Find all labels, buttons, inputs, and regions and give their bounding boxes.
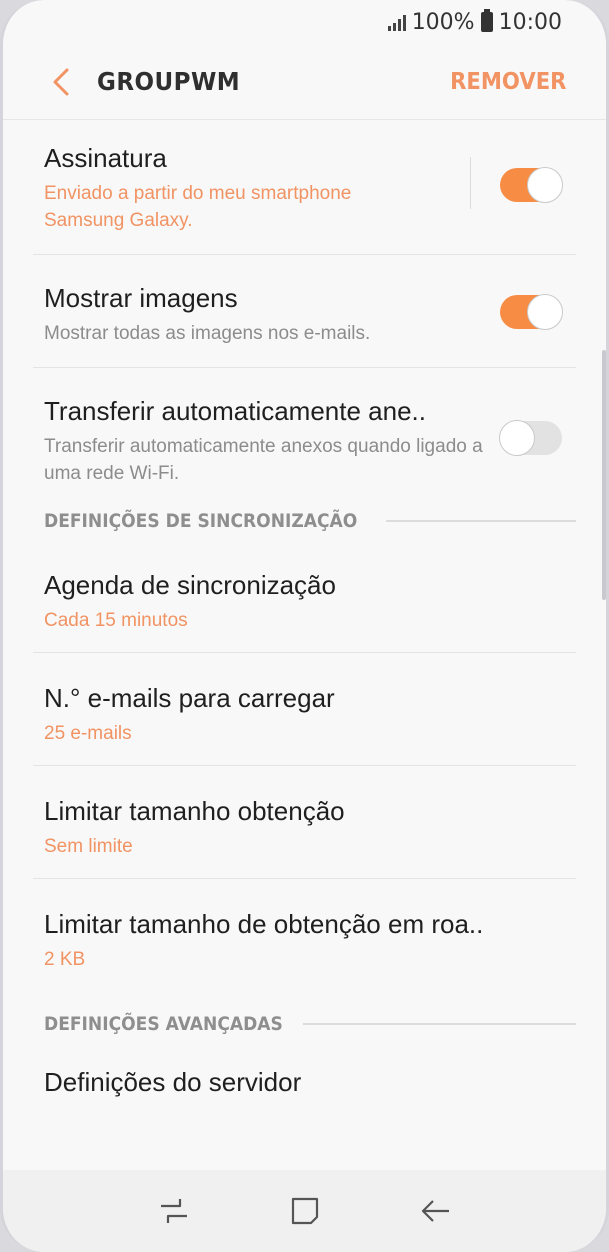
signature-text: Enviado a partir do meu smartphone Samsu… <box>44 183 352 231</box>
limit-retrieval-size-item[interactable]: Limitar tamanho obtenção Sem limite <box>33 766 576 879</box>
advanced-section-label: DEFINIÇÕES AVANÇADAS <box>44 1013 283 1035</box>
show-images-toggle[interactable] <box>500 294 563 330</box>
emails-to-load-title: N.° e-mails para carregar <box>44 683 335 713</box>
limit-roaming-size-title: Limitar tamanho de obtenção em roa.. <box>44 909 484 939</box>
signal-icon <box>387 13 406 31</box>
back-button[interactable] <box>31 52 91 112</box>
sync-section-label: DEFINIÇÕES DE SINCRONIZAÇÃO <box>44 510 358 532</box>
limit-roaming-size-value: 2 KB <box>44 949 86 970</box>
battery-percentage: 100% <box>411 9 475 35</box>
phone-screen: 100% 10:00 GROUPWM REMOVER Assinatura En… <box>0 0 609 1252</box>
show-images-setting[interactable]: Mostrar imagens Mostrar todas as imagens… <box>33 255 576 368</box>
recent-apps-button[interactable] <box>144 1181 204 1241</box>
home-icon <box>291 1197 318 1225</box>
limit-roaming-size-item[interactable]: Limitar tamanho de obtenção em roa.. 2 K… <box>33 879 576 999</box>
section-divider <box>386 520 576 522</box>
server-settings-title: Definições do servidor <box>44 1067 302 1097</box>
recent-apps-icon <box>160 1199 187 1223</box>
toggle-knob <box>527 167 563 203</box>
back-nav-button[interactable] <box>406 1181 466 1241</box>
clock: 10:00 <box>498 9 562 35</box>
settings-list: Assinatura Enviado a partir do meu smart… <box>3 121 606 1129</box>
toggle-knob <box>527 294 563 330</box>
emails-to-load-item[interactable]: N.° e-mails para carregar 25 e-mails <box>33 653 576 766</box>
navigation-bar <box>3 1170 606 1252</box>
signature-setting[interactable]: Assinatura Enviado a partir do meu smart… <box>33 121 576 255</box>
chevron-left-icon <box>53 68 69 95</box>
battery-icon <box>480 9 493 32</box>
signature-title: Assinatura <box>44 143 167 173</box>
auto-download-toggle[interactable] <box>499 420 562 456</box>
auto-download-title: Transferir automaticamente ane.. <box>44 396 426 426</box>
app-bar: GROUPWM REMOVER <box>3 44 606 120</box>
limit-retrieval-size-value: Sem limite <box>44 836 133 857</box>
status-bar: 100% 10:00 <box>3 0 606 44</box>
remove-button[interactable]: REMOVER <box>450 69 566 95</box>
toggle-knob <box>499 420 535 456</box>
emails-to-load-value: 25 e-mails <box>44 723 132 744</box>
server-settings-item[interactable]: Definições do servidor <box>33 1049 576 1129</box>
sync-section-header: DEFINIÇÕES DE SINCRONIZAÇÃO <box>44 502 576 540</box>
home-button[interactable] <box>275 1181 335 1241</box>
show-images-title: Mostrar imagens <box>44 283 238 313</box>
back-icon <box>421 1200 449 1222</box>
section-divider <box>303 1023 576 1025</box>
auto-download-setting[interactable]: Transferir automaticamente ane.. Transfe… <box>33 368 576 502</box>
vertical-divider <box>470 157 471 209</box>
sync-schedule-item[interactable]: Agenda de sincronização Cada 15 minutos <box>33 540 576 653</box>
sync-schedule-value: Cada 15 minutos <box>44 610 188 631</box>
auto-download-description: Transferir automaticamente anexos quando… <box>44 436 483 484</box>
show-images-description: Mostrar todas as imagens nos e-mails. <box>44 323 371 344</box>
advanced-section-header: DEFINIÇÕES AVANÇADAS <box>44 999 576 1049</box>
page-title: GROUPWM <box>97 67 241 96</box>
signature-toggle[interactable] <box>500 167 563 203</box>
sync-schedule-title: Agenda de sincronização <box>44 570 336 600</box>
limit-retrieval-size-title: Limitar tamanho obtenção <box>44 796 345 826</box>
